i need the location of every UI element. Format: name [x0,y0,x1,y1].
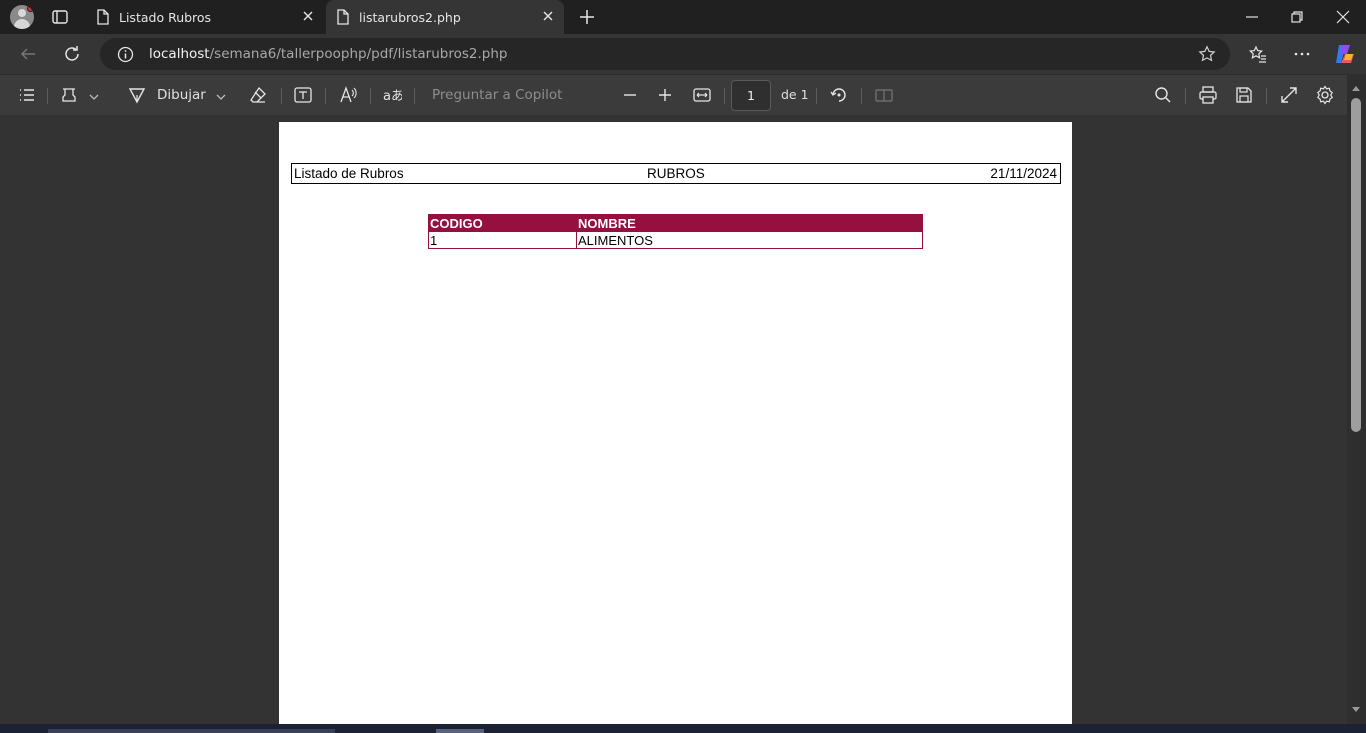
tab-title: listarubros2.php [359,10,461,25]
report-title: Listado de Rubros [294,166,404,181]
contents-list-icon[interactable] [17,85,37,109]
page-number-input[interactable]: 1 [731,80,771,111]
print-icon[interactable] [1198,85,1218,109]
report-header: Listado de Rubros RUBROS 21/11/2024 [291,163,1061,184]
draw-icon[interactable] [127,85,147,109]
toolbar-separator [1185,88,1186,104]
tab-listarubros2[interactable]: listarubros2.php [326,0,564,34]
draw-chevron-down-icon[interactable] [215,88,227,107]
minimize-icon[interactable] [1244,9,1260,29]
toolbar-separator [861,88,862,104]
toolbar-separator [325,88,326,104]
column-header-codigo: CODIGO [428,214,577,232]
close-tab-icon[interactable] [542,10,554,25]
refresh-icon[interactable] [62,44,82,68]
page-total: de 1 [781,87,809,102]
highlight-chevron-down-icon[interactable] [88,88,100,107]
favorite-star-icon[interactable] [1198,45,1216,67]
report-date: 21/11/2024 [990,166,1057,181]
zoom-in-icon[interactable] [655,85,675,109]
zoom-out-icon[interactable] [620,85,640,109]
page-icon [96,9,110,28]
fullscreen-icon[interactable] [1279,85,1299,109]
tab-listado-rubros[interactable]: Listado Rubros [86,0,324,34]
eraser-icon[interactable] [248,85,268,109]
toolbar-separator [370,88,371,104]
more-options-icon[interactable] [1292,44,1312,68]
report-section: RUBROS [647,166,705,181]
toolbar-separator [724,88,725,104]
url-text[interactable]: localhost/semana6/tallerpoophp/pdf/lista… [149,46,507,62]
close-tab-icon[interactable] [302,10,314,25]
scroll-up-arrow-icon[interactable] [1352,86,1360,91]
read-aloud-icon[interactable] [338,85,358,109]
url-host: localhost [149,46,210,62]
cell-nombre: ALIMENTOS [576,231,923,249]
scrollbar-thumb[interactable] [1351,98,1361,432]
page-view-icon[interactable] [874,85,894,109]
ask-copilot-field[interactable]: Preguntar a Copilot [432,87,562,103]
cell-codigo: 1 [428,231,577,249]
toolbar-separator [816,88,817,104]
tab-title: Listado Rubros [119,10,212,25]
svg-text:aあ: aあ [383,89,402,104]
column-header-nombre: NOMBRE [576,214,923,232]
pdf-page: Listado de Rubros RUBROS 21/11/2024 CODI… [279,122,1072,724]
toolbar-separator [414,88,415,104]
fit-to-page-icon[interactable] [692,85,712,109]
vertical-scrollbar[interactable] [1347,74,1366,724]
toolbar-separator [47,88,48,104]
taskbar-strip [0,724,1366,733]
close-window-icon[interactable] [1335,9,1351,29]
navigation-bar: localhost/semana6/tallerpoophp/pdf/lista… [0,34,1366,74]
add-text-icon[interactable] [293,85,313,109]
address-bar[interactable]: localhost/semana6/tallerpoophp/pdf/lista… [100,38,1230,70]
taskbar-item[interactable] [48,729,335,733]
settings-gear-icon[interactable] [1315,85,1335,109]
save-icon[interactable] [1234,85,1254,109]
back-icon[interactable] [18,44,38,68]
copilot-icon[interactable] [1332,42,1356,70]
restore-icon[interactable] [1289,9,1305,29]
toolbar-separator [281,88,282,104]
page-icon [336,9,350,28]
favorites-icon[interactable] [1248,44,1268,68]
search-icon[interactable] [1153,85,1173,109]
draw-label[interactable]: Dibujar [157,87,206,103]
site-info-icon[interactable] [117,46,134,67]
highlight-icon[interactable] [59,85,79,109]
toolbar-separator [1266,88,1267,104]
rubros-table: CODIGO NOMBRE 1 ALIMENTOS [428,214,923,249]
tab-bar: Listado Rubros listarubros2.php [0,0,1366,34]
pdf-toolbar: Dibujar aあ Preguntar a Copilot 1 de 1 [0,74,1366,115]
scroll-down-arrow-icon[interactable] [1352,707,1360,712]
taskbar-item[interactable] [436,729,484,733]
translate-icon[interactable]: aあ [382,85,404,109]
url-path: /semana6/tallerpoophp/pdf/listarubros2.p… [209,46,508,62]
rotate-icon[interactable] [829,85,849,109]
tab-actions-icon[interactable] [50,7,70,27]
new-tab-icon[interactable] [577,7,597,31]
table-row: 1 ALIMENTOS [428,231,923,249]
profile-avatar-icon[interactable] [10,5,34,29]
table-header-row: CODIGO NOMBRE [428,214,923,232]
